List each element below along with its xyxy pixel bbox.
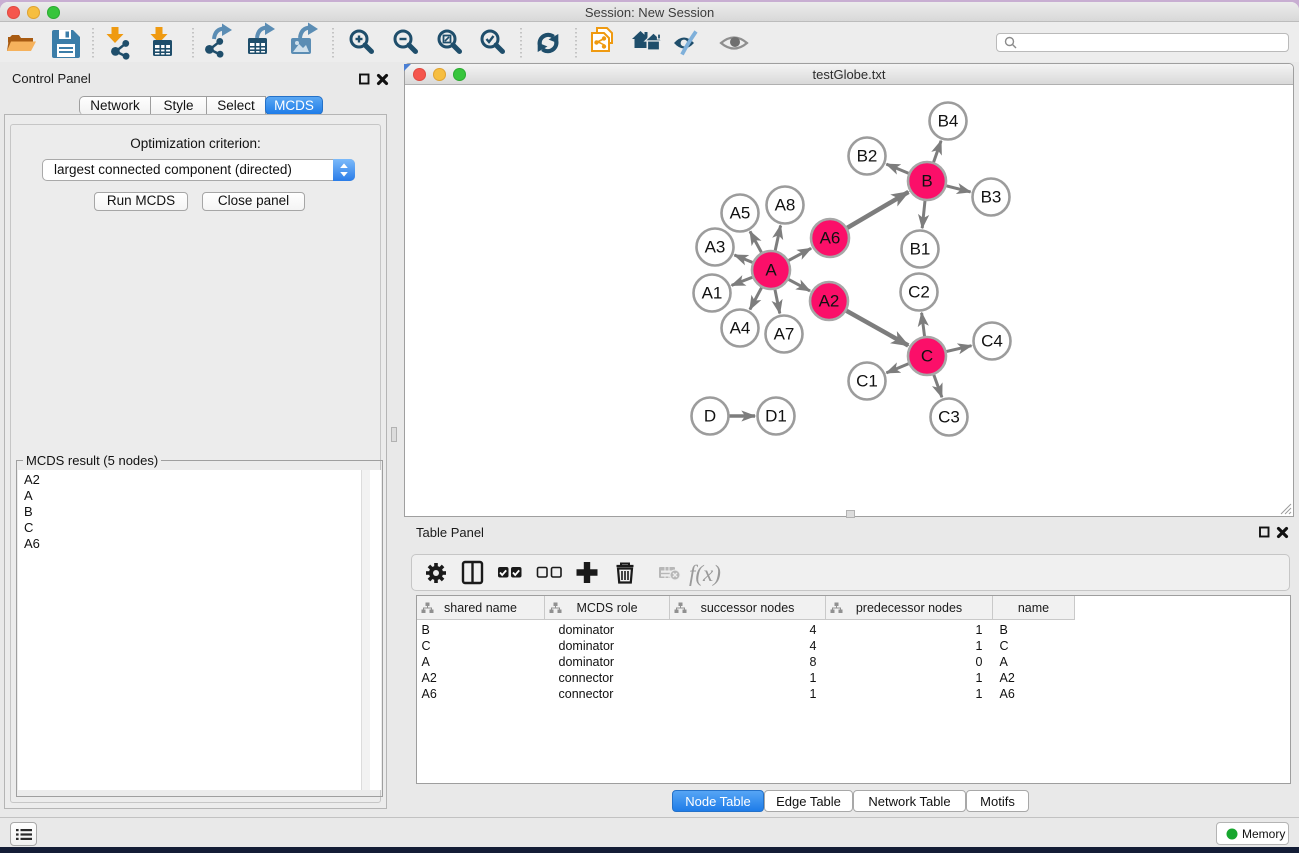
svg-text:A5: A5 [730, 204, 751, 223]
svg-text:A6: A6 [820, 229, 841, 248]
svg-text:A3: A3 [705, 238, 726, 257]
svg-text:C1: C1 [856, 372, 878, 391]
svg-text:A2: A2 [819, 292, 840, 311]
svg-text:D: D [704, 407, 716, 426]
svg-text:D1: D1 [765, 407, 787, 426]
svg-text:B1: B1 [910, 240, 931, 259]
svg-text:C4: C4 [981, 332, 1003, 351]
svg-text:B3: B3 [981, 188, 1002, 207]
svg-text:C2: C2 [908, 283, 930, 302]
svg-text:A4: A4 [730, 319, 751, 338]
svg-text:f(x): f(x) [689, 561, 721, 586]
svg-text:A8: A8 [775, 196, 796, 215]
svg-text:A1: A1 [702, 284, 723, 303]
svg-text:B: B [921, 172, 932, 191]
svg-text:C3: C3 [938, 408, 960, 427]
svg-text:B4: B4 [938, 112, 959, 131]
svg-text:A: A [765, 261, 777, 280]
svg-text:B2: B2 [857, 147, 878, 166]
svg-text:C: C [921, 347, 933, 366]
svg-text:A7: A7 [774, 325, 795, 344]
